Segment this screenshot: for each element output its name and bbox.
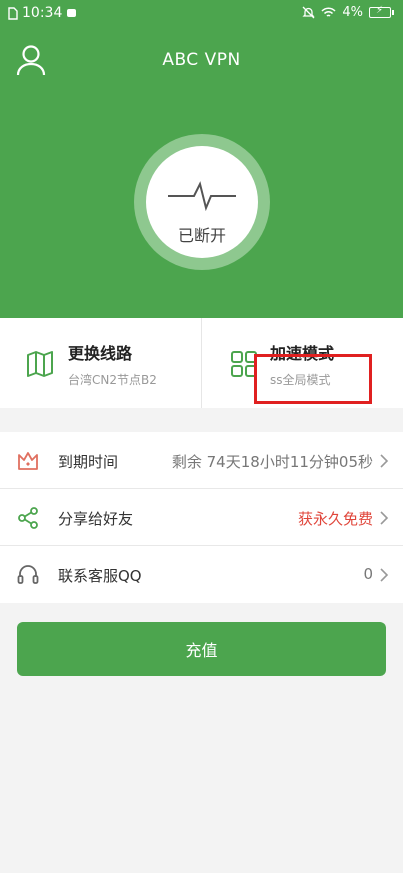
acceleration-mode-title: 加速模式	[270, 344, 335, 363]
status-bar: 10:34 4% ⚡	[0, 0, 403, 28]
headset-icon	[17, 565, 39, 584]
recharge-button[interactable]: 充值	[17, 622, 386, 676]
crown-icon	[18, 452, 38, 470]
change-route-title: 更换线路	[68, 344, 133, 363]
expiry-row[interactable]: 到期时间 剩余 74天18小时11分钟05秒	[0, 432, 403, 489]
grid-icon	[231, 351, 257, 377]
connect-button-inner[interactable]: 已断开	[146, 146, 258, 258]
expiry-label: 到期时间	[58, 453, 119, 471]
app-title: ABC VPN	[162, 50, 241, 70]
change-route-card[interactable]: 更换线路 台湾CN2节点B2	[0, 318, 201, 408]
feature-cards: 更换线路 台湾CN2节点B2 加速模式 ss全局模式	[0, 318, 403, 408]
share-row[interactable]: 分享给好友 获永久免费	[0, 489, 403, 546]
pulse-icon	[168, 181, 236, 212]
chevron-right-icon	[380, 511, 389, 525]
contact-support-value: 0	[363, 565, 373, 583]
contact-support-label: 联系客服QQ	[58, 567, 142, 585]
chevron-right-icon	[380, 568, 389, 582]
settings-list: 到期时间 剩余 74天18小时11分钟05秒 分享给好友 获永久免费 联系客服Q…	[0, 432, 403, 603]
map-icon	[27, 351, 53, 377]
share-label: 分享给好友	[58, 510, 134, 528]
change-route-subtitle: 台湾CN2节点B2	[68, 373, 157, 387]
battery-percent: 4%	[342, 5, 363, 20]
battery-icon: ⚡	[369, 5, 394, 18]
notification-icon	[67, 9, 77, 17]
mute-icon	[302, 6, 315, 19]
sim-icon	[8, 6, 18, 20]
acceleration-mode-subtitle: ss全局模式	[270, 373, 331, 387]
acceleration-mode-card[interactable]: 加速模式 ss全局模式	[201, 318, 403, 408]
share-value: 获永久免费	[297, 510, 373, 528]
chevron-right-icon	[380, 454, 389, 468]
expiry-value: 剩余 74天18小时11分钟05秒	[171, 453, 373, 471]
share-icon	[18, 507, 38, 529]
status-time: 10:34	[22, 5, 63, 21]
contact-support-row[interactable]: 联系客服QQ 0	[0, 546, 403, 603]
wifi-icon	[321, 6, 336, 17]
connect-button[interactable]: 已断开	[134, 134, 270, 270]
connection-status: 已断开	[177, 226, 226, 245]
